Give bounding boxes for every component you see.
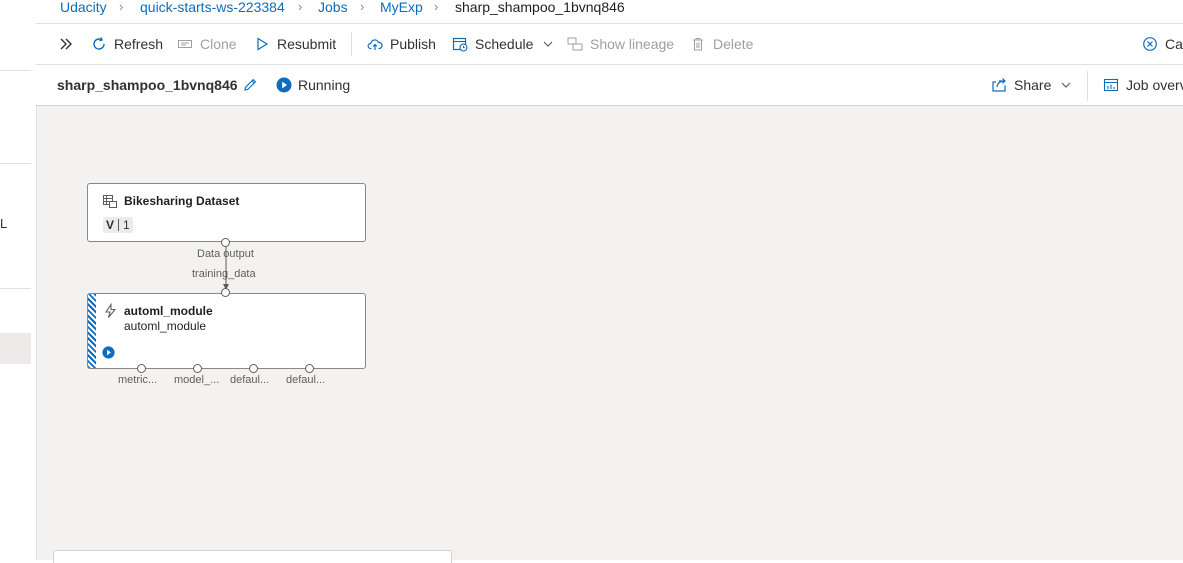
calendar-clock-icon bbox=[452, 36, 468, 52]
nav-item-clipped-label[interactable]: L bbox=[0, 216, 7, 231]
automl-output-label: defaul... bbox=[286, 374, 326, 386]
version-prefix: V bbox=[106, 218, 115, 232]
refresh-label: Refresh bbox=[114, 36, 164, 52]
double-chevron-right-icon bbox=[58, 36, 74, 52]
job-name: sharp_shampoo_1bvnq846 bbox=[57, 77, 238, 93]
play-outline-icon bbox=[254, 36, 270, 52]
running-icon bbox=[276, 77, 292, 93]
chevron-right-icon: › bbox=[119, 0, 124, 14]
running-icon bbox=[102, 346, 115, 364]
breadcrumb-current-job: sharp_shampoo_1bvnq846 bbox=[455, 0, 625, 15]
clone-icon bbox=[177, 36, 193, 52]
publish-button[interactable]: Publish bbox=[367, 24, 436, 64]
job-overview-label: Job overv bbox=[1126, 77, 1183, 93]
dataset-output-port[interactable] bbox=[221, 238, 230, 247]
jobbar-divider bbox=[1087, 71, 1088, 101]
nav-divider bbox=[0, 163, 31, 164]
automl-output-label: metric... bbox=[118, 374, 158, 386]
automl-output-port[interactable] bbox=[249, 364, 258, 373]
chevron-right-icon: › bbox=[434, 0, 439, 14]
left-nav: L bbox=[0, 0, 37, 560]
refresh-icon bbox=[91, 36, 107, 52]
overview-chart-icon bbox=[1103, 77, 1119, 93]
clone-label: Clone bbox=[200, 36, 237, 52]
cancel-button[interactable]: Ca bbox=[1142, 24, 1183, 64]
edge-input-label: training_data bbox=[192, 268, 256, 280]
cancel-label: Ca bbox=[1165, 36, 1183, 52]
chevron-right-icon: › bbox=[298, 0, 303, 14]
share-icon bbox=[991, 77, 1007, 93]
resubmit-button[interactable]: Resubmit bbox=[254, 24, 336, 64]
trash-icon bbox=[690, 36, 706, 52]
delete-button[interactable]: Delete bbox=[690, 24, 753, 64]
dataset-node-title: Bikesharing Dataset bbox=[124, 194, 240, 208]
run-status: Running bbox=[276, 77, 350, 93]
dataset-output-label: Data output bbox=[197, 248, 254, 260]
pencil-icon[interactable] bbox=[242, 77, 258, 93]
cancel-circle-icon bbox=[1142, 36, 1158, 52]
breadcrumb-jobs[interactable]: Jobs bbox=[318, 0, 348, 15]
resubmit-label: Resubmit bbox=[277, 36, 337, 52]
version-divider bbox=[118, 219, 120, 231]
schedule-label: Schedule bbox=[475, 36, 534, 52]
job-header: sharp_shampoo_1bvnq846 Running Share Job… bbox=[36, 65, 1183, 106]
dataset-icon bbox=[102, 193, 118, 214]
chevron-down-icon bbox=[1058, 77, 1074, 93]
clone-button[interactable]: Clone bbox=[177, 24, 237, 64]
share-label: Share bbox=[1014, 77, 1052, 93]
version-number: 1 bbox=[123, 218, 130, 232]
automl-node-subtitle: automl_module bbox=[124, 319, 207, 333]
toolbar-divider bbox=[351, 32, 352, 56]
automl-output-label: defaul... bbox=[230, 374, 270, 386]
breadcrumb-workspace[interactable]: quick-starts-ws-223384 bbox=[140, 0, 285, 15]
chevron-down-icon bbox=[540, 36, 556, 52]
nav-divider bbox=[0, 70, 31, 71]
automl-node[interactable]: automl_module automl_module bbox=[87, 293, 366, 369]
show-lineage-label: Show lineage bbox=[590, 36, 675, 52]
automl-output-port[interactable] bbox=[305, 364, 314, 373]
version-badge: V 1 bbox=[103, 217, 133, 233]
nav-divider bbox=[0, 288, 31, 289]
expand-nav-button[interactable] bbox=[58, 24, 74, 64]
nav-item-selected[interactable] bbox=[0, 333, 31, 364]
breadcrumb-experiment[interactable]: MyExp bbox=[380, 0, 423, 15]
run-status-label: Running bbox=[298, 77, 351, 93]
delete-label: Delete bbox=[713, 36, 754, 52]
command-toolbar: Refresh Clone Resubmit Publish Schedule … bbox=[36, 24, 1183, 65]
chevron-right-icon: › bbox=[360, 0, 365, 14]
automl-output-port[interactable] bbox=[193, 364, 202, 373]
automl-output-label: model_... bbox=[174, 374, 220, 386]
show-lineage-button[interactable]: Show lineage bbox=[567, 24, 674, 64]
job-overview-button[interactable]: Job overv bbox=[1103, 65, 1183, 105]
breadcrumb-workspace-root[interactable]: Udacity bbox=[60, 0, 107, 15]
refresh-button[interactable]: Refresh bbox=[91, 24, 163, 64]
canvas-mini-toolbar[interactable] bbox=[53, 550, 452, 563]
pipeline-canvas[interactable]: Bikesharing Dataset V 1 Data output trai… bbox=[37, 106, 1183, 563]
lineage-icon bbox=[567, 36, 583, 52]
automl-output-port[interactable] bbox=[137, 364, 146, 373]
breadcrumb: Udacity › quick-starts-ws-223384 › Jobs … bbox=[36, 0, 1183, 24]
running-stripe bbox=[88, 294, 96, 368]
cloud-upload-icon bbox=[367, 36, 383, 52]
publish-label: Publish bbox=[390, 36, 436, 52]
automl-node-title: automl_module bbox=[124, 304, 213, 318]
automl-input-port[interactable] bbox=[221, 288, 230, 297]
schedule-button[interactable]: Schedule bbox=[452, 24, 556, 64]
automl-icon bbox=[103, 302, 119, 324]
share-button[interactable]: Share bbox=[991, 65, 1074, 105]
dataset-node[interactable]: Bikesharing Dataset V 1 bbox=[87, 183, 366, 242]
